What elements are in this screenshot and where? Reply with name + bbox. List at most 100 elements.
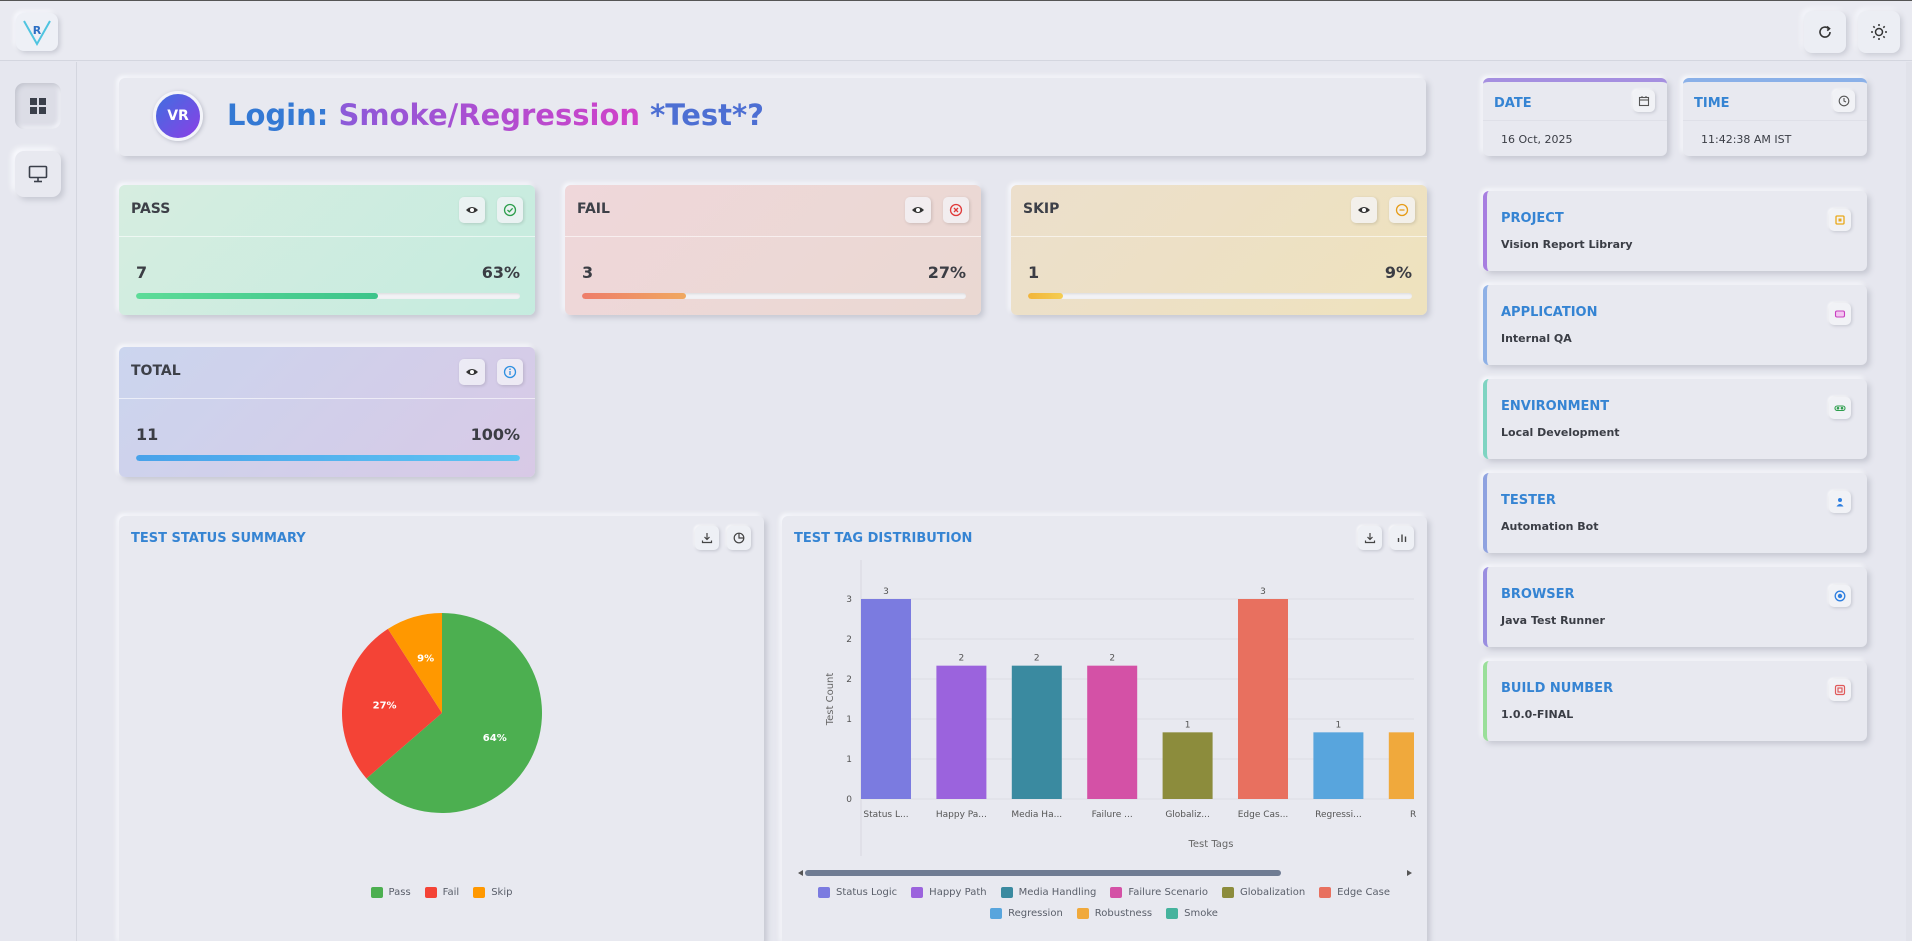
bar-status-logic[interactable]: [861, 599, 911, 799]
legend-item-failure-scenario[interactable]: Failure Scenario: [1110, 887, 1208, 898]
skip-progress-bar: [1028, 293, 1412, 299]
legend-item-robustness[interactable]: Robustness: [1076, 908, 1152, 919]
page-scrollbar[interactable]: [1906, 62, 1912, 941]
x-tick-label: Regressi...: [1315, 810, 1362, 820]
tester-icon-button[interactable]: [1829, 491, 1851, 513]
pass-percent: 63%: [481, 263, 520, 282]
eye-icon: [466, 369, 478, 375]
legend-item-edge-case[interactable]: Edge Case: [1319, 887, 1390, 898]
skip-status-button[interactable]: [1389, 197, 1415, 223]
bar-failure-scenario[interactable]: [1087, 665, 1138, 799]
total-label: TOTAL: [131, 363, 181, 379]
tester-label: TESTER: [1501, 493, 1556, 508]
skip-percent: 9%: [1384, 263, 1412, 282]
x-tick-label: Media Ha...: [1011, 810, 1062, 820]
legend-item-smoke[interactable]: Smoke: [1166, 908, 1218, 919]
legend-item-status-logic[interactable]: Status Logic: [817, 887, 897, 898]
application-value: Internal QA: [1501, 332, 1572, 345]
browser-icon-button[interactable]: [1829, 585, 1851, 607]
fail-progress-bar: [582, 293, 966, 299]
tester-value: Automation Bot: [1501, 520, 1599, 533]
legend-item-fail[interactable]: Fail: [424, 887, 459, 898]
bar-happy-path[interactable]: [936, 665, 987, 799]
legend-item-happy-path[interactable]: Happy Path: [911, 887, 987, 898]
bar-globalization[interactable]: [1162, 732, 1213, 799]
build-icon-button[interactable]: [1829, 679, 1851, 701]
date-value: 16 Oct, 2025: [1501, 133, 1573, 146]
pass-view-button[interactable]: [459, 197, 485, 223]
app-window-icon: [1834, 310, 1846, 318]
time-value: 11:42:38 AM IST: [1701, 133, 1792, 146]
header-card: VR Login: Smoke/Regression *Test*?: [119, 78, 1426, 156]
y-axis-label: Test Count: [825, 673, 836, 727]
status-chart-card: TEST STATUS SUMMARY 64% 27% 9% Pass Fail Ski…: [119, 516, 764, 941]
refresh-button[interactable]: [1804, 11, 1846, 53]
y-tick-label: 1: [846, 715, 852, 725]
y-tick-label: 3: [846, 595, 852, 605]
fail-card: FAIL 3 27%: [565, 185, 981, 315]
app-logo[interactable]: R: [16, 13, 58, 51]
bar-value-label: 2: [959, 654, 965, 664]
legend-item-pass[interactable]: Pass: [370, 887, 411, 898]
top-bar: R: [0, 0, 1912, 61]
bar-robustness[interactable]: [1388, 732, 1414, 799]
scroll-right-arrow-icon: [1407, 870, 1412, 876]
total-info-button[interactable]: [497, 359, 523, 385]
application-label: APPLICATION: [1501, 305, 1598, 320]
build-icon: [1834, 684, 1846, 696]
date-button[interactable]: [1633, 90, 1655, 112]
legend-item-skip[interactable]: Skip: [473, 887, 512, 898]
fail-view-button[interactable]: [905, 197, 931, 223]
date-label: DATE: [1494, 96, 1532, 111]
sun-icon: [1871, 24, 1887, 40]
fail-status-button[interactable]: [943, 197, 969, 223]
browser-value: Java Test Runner: [1501, 614, 1605, 627]
y-tick-label: 0: [846, 795, 852, 805]
total-view-button[interactable]: [459, 359, 485, 385]
bar-value-label: 3: [1260, 587, 1266, 597]
application-icon-button[interactable]: [1829, 303, 1851, 325]
status-chart-legend: Pass Fail Skip: [119, 887, 764, 908]
sidebar-item-dashboard[interactable]: [15, 83, 61, 129]
tag-chart-card: TEST TAG DISTRIBUTION 0 1 1 2 2 3 Test Count 3 S…: [782, 516, 1427, 941]
x-circle-icon: [949, 203, 963, 217]
skip-view-button[interactable]: [1351, 197, 1377, 223]
tag-chart-scrollbar[interactable]: [798, 869, 1412, 877]
legend-item-regression[interactable]: Regression: [990, 908, 1063, 919]
project-icon-button[interactable]: [1829, 209, 1851, 231]
environment-icon-button[interactable]: [1829, 397, 1851, 419]
total-percent: 100%: [470, 425, 520, 444]
total-progress-bar: [136, 455, 520, 461]
eye-icon: [466, 207, 478, 213]
grid-icon: [30, 98, 46, 114]
project-value: Vision Report Library: [1501, 238, 1633, 251]
build-number-card: BUILD NUMBER 1.0.0-FINAL: [1483, 661, 1867, 741]
fail-count: 3: [582, 263, 594, 282]
scroll-thumb[interactable]: [805, 870, 1281, 876]
minus-circle-icon: [1395, 203, 1409, 217]
info-circle-icon: [503, 365, 517, 379]
sidebar: [0, 62, 77, 941]
refresh-icon: [1819, 25, 1831, 38]
y-tick-label: 2: [846, 635, 852, 645]
theme-toggle-button[interactable]: [1858, 11, 1900, 53]
skip-count: 1: [1028, 263, 1040, 282]
pass-card: PASS 7 63%: [119, 185, 535, 315]
monitor-icon: [28, 165, 48, 183]
status-pie-chart: 64% 27% 9%: [342, 613, 542, 813]
environment-value: Local Development: [1501, 426, 1620, 439]
sidebar-item-monitor[interactable]: [15, 151, 61, 197]
pass-status-button[interactable]: [497, 197, 523, 223]
time-button[interactable]: [1833, 90, 1855, 112]
page-title: Login: Smoke/Regression *Test*?: [227, 98, 764, 132]
bar-edge-case[interactable]: [1238, 599, 1288, 799]
legend-item-media-handling[interactable]: Media Handling: [1000, 887, 1096, 898]
bar-regression[interactable]: [1313, 732, 1364, 799]
bar-media-handling[interactable]: [1011, 665, 1062, 799]
folder-icon: [1835, 215, 1845, 225]
pass-count: 7: [136, 263, 148, 282]
y-tick-label: 1: [846, 755, 852, 765]
x-tick-label: Failure ...: [1092, 810, 1133, 820]
legend-item-globalization[interactable]: Globalization: [1221, 887, 1305, 898]
avatar: VR: [153, 91, 203, 141]
